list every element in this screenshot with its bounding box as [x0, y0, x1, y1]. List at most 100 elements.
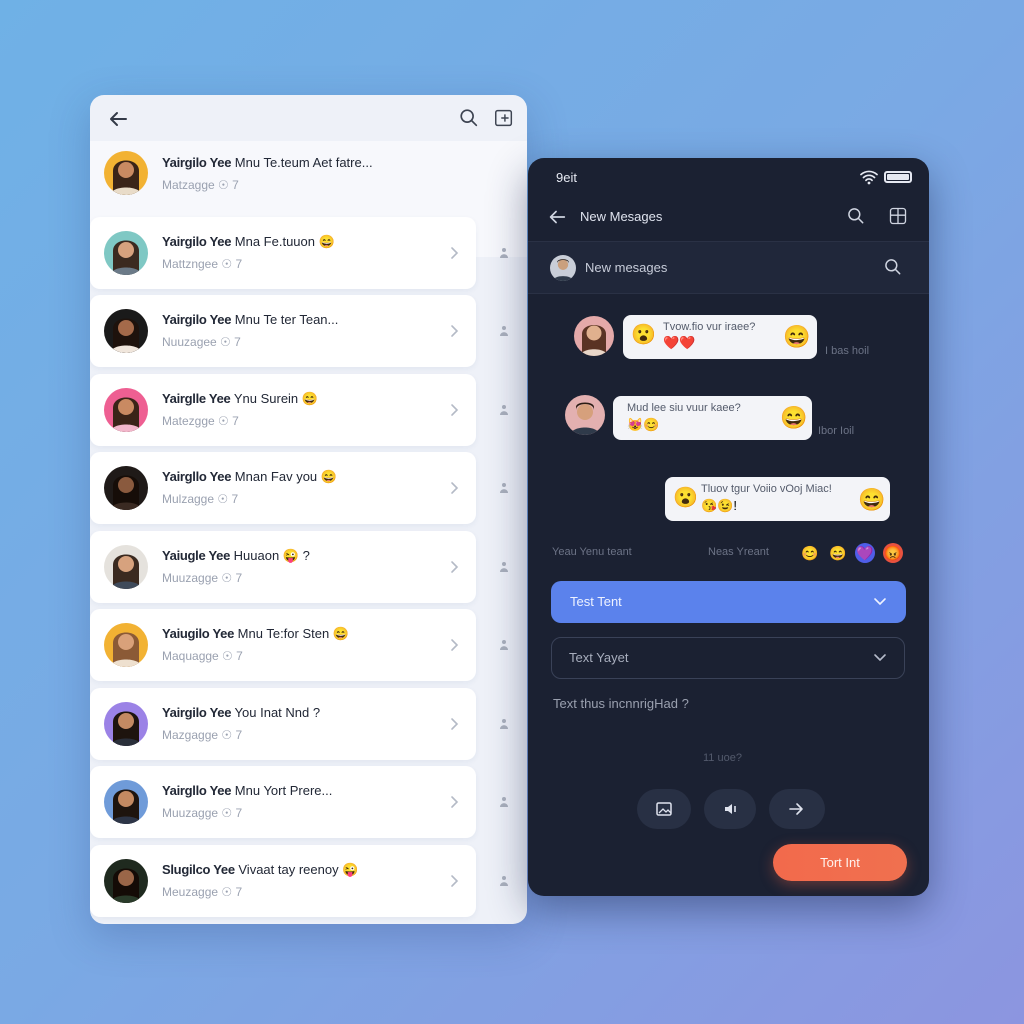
- avatar[interactable]: [104, 231, 148, 275]
- message-bubble[interactable]: 😮 Tluov tgur Voiio vOoj Miac! 😘😉! 😄: [665, 477, 890, 521]
- avatar[interactable]: [104, 151, 148, 195]
- chevron-down-icon: [874, 598, 886, 606]
- contact-name-line: Yaiugle Yee Huuaon 😜 ?: [162, 548, 310, 564]
- conversation-row[interactable]: Yairglle Yee Ynu Surein 😄 Matezgge ☉ 7: [90, 374, 476, 446]
- chat-panel: 9eit New Mesages New mesages 😮 Tvow.fio …: [528, 158, 929, 896]
- character-count: 11 uoe?: [703, 752, 742, 764]
- forward-button[interactable]: [769, 789, 825, 829]
- avatar[interactable]: [104, 623, 148, 667]
- chevron-right-icon: [451, 718, 459, 730]
- message-preview: Mnu Te.teum Aet fatre...: [234, 155, 373, 170]
- message-preview: Ynu Surein 😄: [233, 391, 318, 406]
- chevron-right-icon: [451, 561, 459, 573]
- conversation-row[interactable]: Yaiugle Yee Huuaon 😜 ? Muuzagge ☉ 7: [90, 531, 476, 603]
- audio-button[interactable]: [704, 789, 756, 829]
- layout-grid-icon[interactable]: [888, 206, 908, 226]
- angry-emoji[interactable]: 😡: [883, 543, 903, 563]
- message-preview: Mnan Fav you 😄: [234, 469, 337, 484]
- message-subtext: Nuuzagee ☉ 7: [162, 335, 241, 349]
- search-icon[interactable]: [846, 206, 866, 226]
- chevron-down-icon: [874, 654, 886, 662]
- conversation-row[interactable]: Yairgllo Yee Mnan Fav you 😄 Mulzagge ☉ 7: [90, 452, 476, 524]
- search-icon[interactable]: [458, 107, 480, 129]
- message-preview: Mnu Te ter Tean...: [234, 312, 339, 327]
- person-icon: [500, 326, 508, 336]
- contact-name: Yairgilo Yee: [162, 312, 232, 327]
- send-button-label: Tort Int: [820, 855, 860, 870]
- conversation-list-panel: Yairgilo Yee Mnu Te.teum Aet fatre... Mat…: [90, 95, 527, 924]
- compose-icon[interactable]: [493, 107, 515, 129]
- chat-subheader: New mesages: [528, 242, 929, 294]
- search-icon[interactable]: [883, 257, 903, 277]
- back-arrow-icon[interactable]: [546, 206, 568, 228]
- reaction-label: Yeau Yenu teant: [552, 546, 632, 558]
- message-subtext: Muuzagge ☉ 7: [162, 571, 243, 585]
- primary-select[interactable]: Test Tent: [551, 581, 906, 623]
- image-button[interactable]: [637, 789, 691, 829]
- message-text: Mud lee siu vuur kaee?: [627, 402, 741, 414]
- chevron-right-icon: [451, 247, 459, 259]
- person-icon: [500, 876, 508, 886]
- heart-emoji: ❤️❤️: [663, 335, 696, 350]
- chevron-right-icon: [451, 325, 459, 337]
- conversation-row[interactable]: Slugilco Yee Vivaat tay reenoy 😜 Meuzagge…: [90, 845, 476, 917]
- contact-name-line: Yaiugilo Yee Mnu Te:for Sten 😄: [162, 626, 349, 642]
- grin-emoji[interactable]: 😄: [828, 543, 848, 563]
- message-subtext: Maquagge ☉ 7: [162, 649, 243, 663]
- person-icon: [500, 248, 508, 258]
- message-subtext: Mattzngee ☉ 7: [162, 257, 243, 271]
- avatar[interactable]: [104, 545, 148, 589]
- avatar[interactable]: [104, 466, 148, 510]
- contact-name-line: Yairgilo Yee Mnu Te ter Tean...: [162, 312, 338, 327]
- message-preview: Mna Fe.tuuon 😄: [234, 234, 335, 249]
- avatar[interactable]: [104, 780, 148, 824]
- heart-emoji[interactable]: 💜: [855, 543, 875, 563]
- message-meta: Ibor Ioil: [818, 425, 855, 437]
- back-arrow-icon[interactable]: [106, 107, 130, 131]
- hint-text: Text thus incnnrigHad ?: [553, 696, 689, 711]
- contact-name-line: Yairgilo Yee Mna Fe.tuuon 😄: [162, 234, 335, 250]
- contact-name: Yaiugilo Yee: [162, 626, 235, 641]
- chevron-right-icon: [451, 875, 459, 887]
- contact-name-line: Yairgilo Yee You Inat Nnd ?: [162, 705, 320, 720]
- send-button[interactable]: Tort Int: [773, 844, 907, 881]
- conversation-row[interactable]: Yairgilo Yee You Inat Nnd ? Mazgagge ☉ 7: [90, 688, 476, 760]
- chevron-right-icon: [451, 639, 459, 651]
- chat-topbar: New Mesages: [528, 194, 929, 242]
- secondary-select-value: Text Yayet: [569, 650, 629, 665]
- reaction-row: Yeau Yenu teant Neas Yreant 😊 😄 💜 😡: [552, 543, 912, 565]
- arrow-right-icon: [789, 803, 803, 815]
- person-icon: [500, 405, 508, 415]
- conversation-row[interactable]: Yairgilo Yee Mnu Te ter Tean... Nuuzagee …: [90, 295, 476, 367]
- avatar[interactable]: [104, 388, 148, 432]
- conversation-row[interactable]: Yairgllo Yee Mnu Yort Prere... Muuzagge ☉…: [90, 766, 476, 838]
- avatar[interactable]: [565, 395, 605, 435]
- list-header: [90, 95, 527, 141]
- message-bubble[interactable]: Mud lee siu vuur kaee? 😻😊 😄: [613, 396, 812, 440]
- message-preview: Mnu Yort Prere...: [234, 783, 333, 798]
- reaction-label: Neas Yreant: [708, 546, 769, 558]
- message-subtext: Matzagge ☉ 7: [162, 178, 239, 192]
- avatar[interactable]: [104, 702, 148, 746]
- message-subtext: Mulzagge ☉ 7: [162, 492, 239, 506]
- chevron-right-icon: [451, 404, 459, 416]
- avatar[interactable]: [550, 255, 576, 281]
- message-subtext: Muuzagge ☉ 7: [162, 806, 243, 820]
- message-preview: You Inat Nnd ?: [234, 705, 321, 720]
- react-emoji: 😻😊: [627, 417, 660, 432]
- contact-name: Yaiugle Yee: [162, 548, 231, 563]
- image-icon: [656, 802, 672, 816]
- avatar[interactable]: [104, 309, 148, 353]
- smile-emoji[interactable]: 😊: [800, 543, 820, 563]
- secondary-select[interactable]: Text Yayet: [551, 637, 905, 679]
- avatar[interactable]: [104, 859, 148, 903]
- contact-name: Yairglle Yee: [162, 391, 231, 406]
- message-subtext: Meuzagge ☉ 7: [162, 885, 243, 899]
- contact-name-line: Yairgllo Yee Mnan Fav you 😄: [162, 469, 337, 485]
- wow-emoji: 😮: [631, 324, 656, 346]
- conversation-row[interactable]: Yairgilo Yee Mna Fe.tuuon 😄 Mattzngee ☉ 7: [90, 217, 476, 289]
- message-bubble[interactable]: 😮 Tvow.fio vur iraee? ❤️❤️ 😄: [623, 315, 817, 359]
- chevron-right-icon: [451, 796, 459, 808]
- conversation-row[interactable]: Yaiugilo Yee Mnu Te:for Sten 😄 Maquagge ☉…: [90, 609, 476, 681]
- avatar[interactable]: [574, 316, 614, 356]
